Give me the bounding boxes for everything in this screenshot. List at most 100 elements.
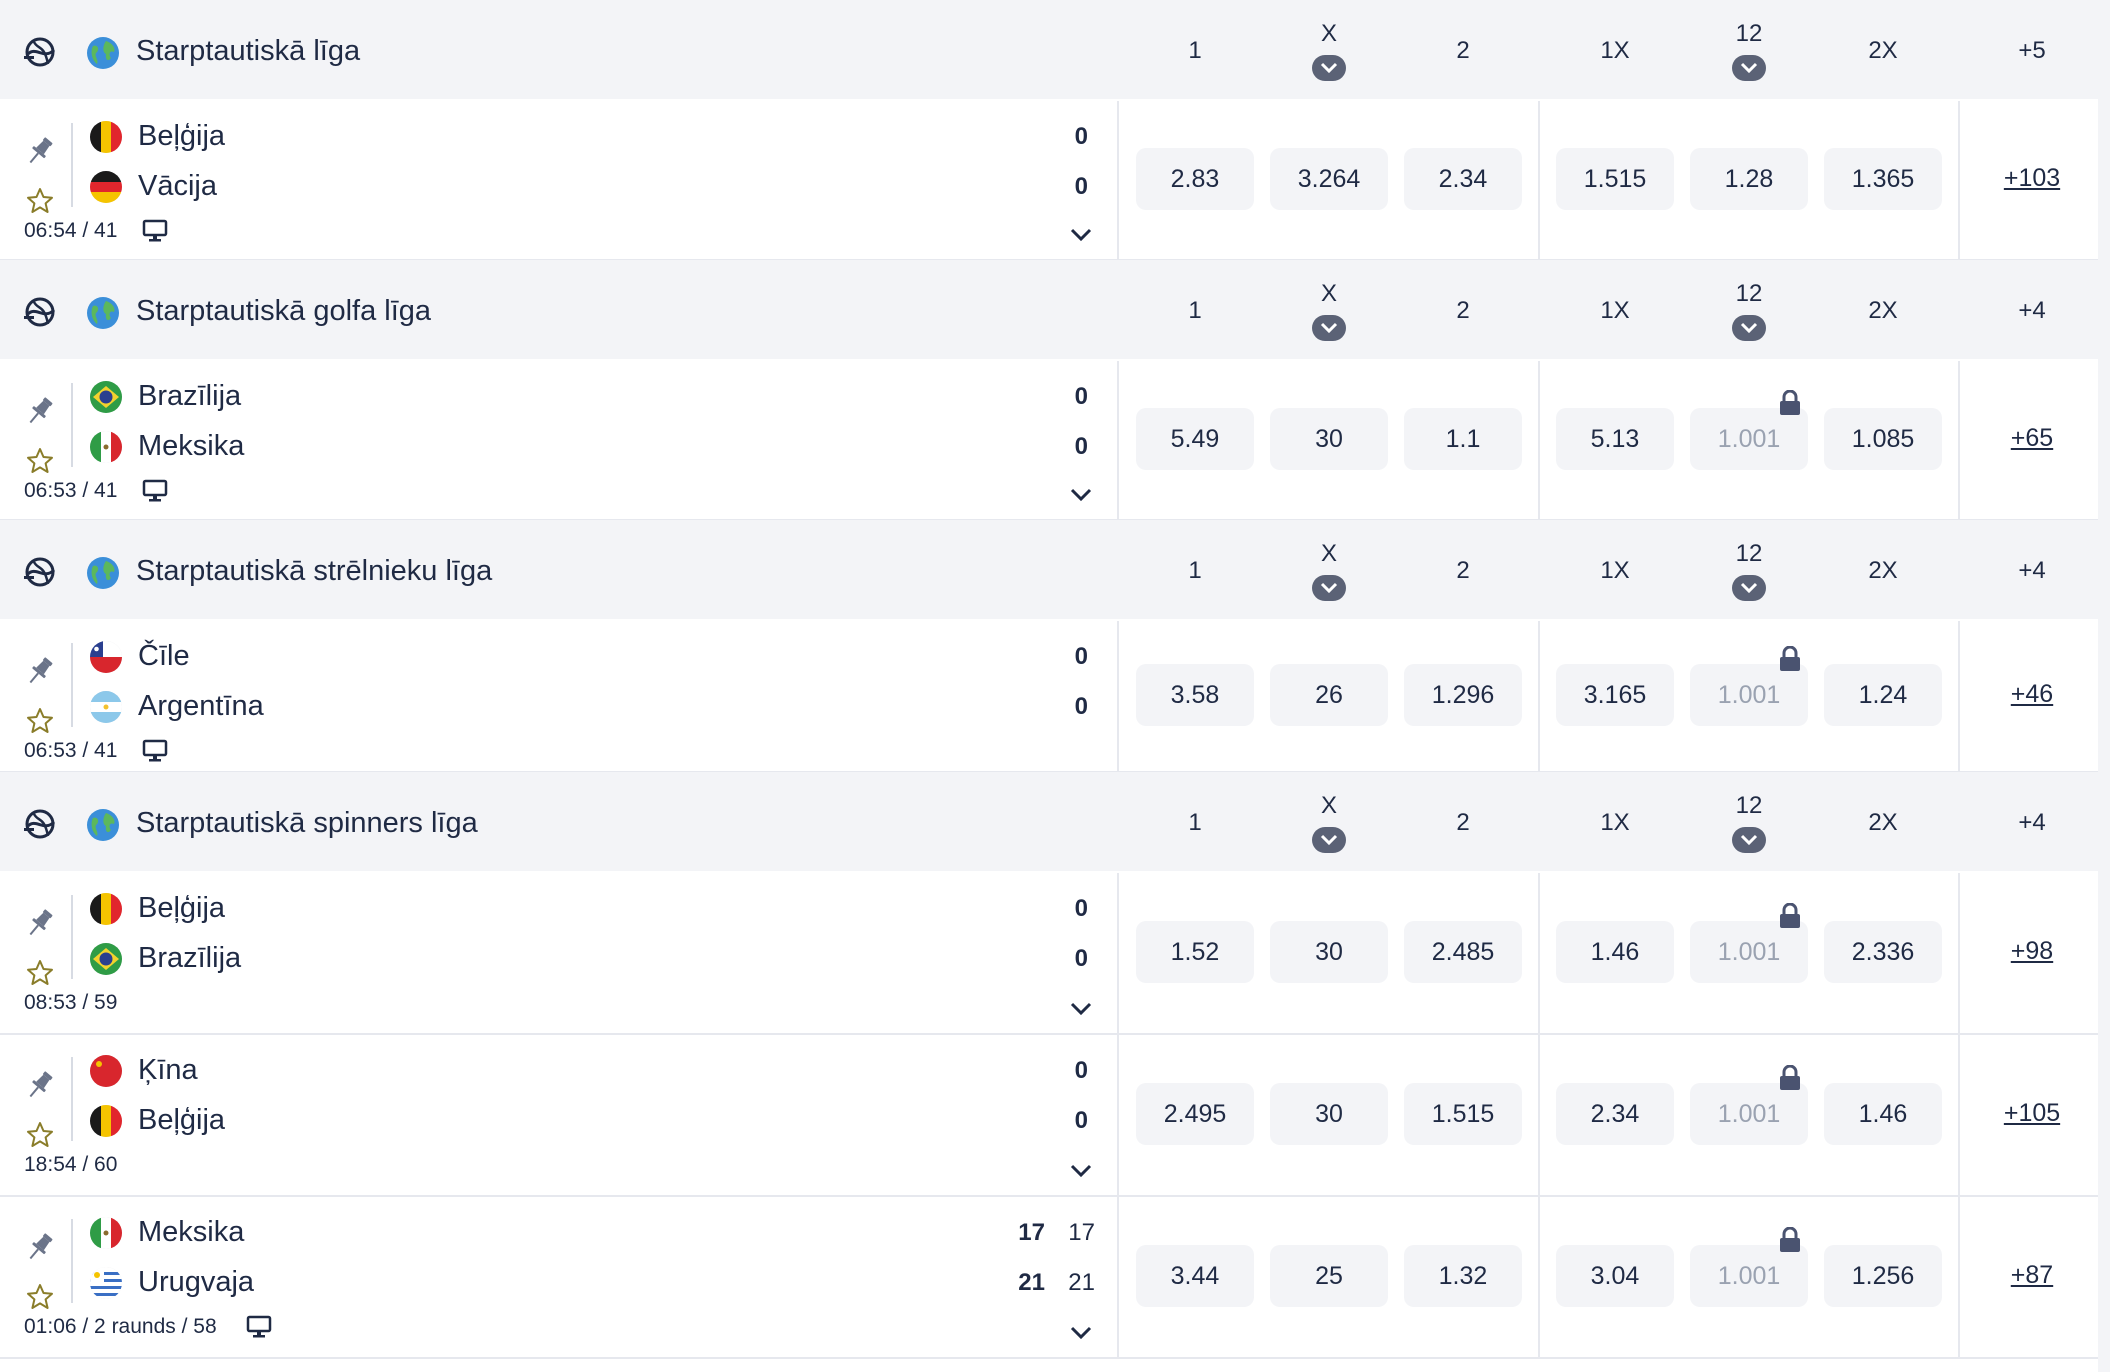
- chevron-down-icon[interactable]: [1312, 575, 1346, 601]
- column-header-2: 2: [1456, 809, 1470, 836]
- odds-button-2[interactable]: 1.1: [1404, 408, 1522, 470]
- column-header-1: 1: [1188, 557, 1202, 584]
- sportsbook-live-list: Starptautiskā līga 1 X 2 1X 12 2X +5 Beļģija Vāci…: [0, 0, 2110, 1372]
- star-icon[interactable]: [26, 1283, 54, 1311]
- odds-button-1[interactable]: 3.58: [1136, 664, 1254, 726]
- more-markets-count[interactable]: +4: [2002, 557, 2062, 585]
- event-row[interactable]: Beļģija Brazīlija 0 0 08:53 / 59 1.52 30 2.485 1…: [0, 873, 2098, 1035]
- odds-button-2x[interactable]: 1.085: [1824, 408, 1942, 470]
- odds-button-x[interactable]: 30: [1270, 1083, 1388, 1145]
- odds-button-1x[interactable]: 3.165: [1556, 664, 1674, 726]
- odds-button-x[interactable]: 30: [1270, 408, 1388, 470]
- tv-icon[interactable]: [142, 219, 168, 243]
- tv-icon[interactable]: [142, 479, 168, 503]
- chevron-down-icon[interactable]: [1732, 575, 1766, 601]
- pin-icon[interactable]: [24, 655, 56, 687]
- odds-button-2x[interactable]: 2.336: [1824, 921, 1942, 983]
- odds-button-12[interactable]: 1.001: [1690, 408, 1808, 470]
- tv-icon[interactable]: [142, 739, 168, 763]
- pin-icon[interactable]: [24, 1069, 56, 1101]
- odds-button-1[interactable]: 5.49: [1136, 408, 1254, 470]
- pin-icon[interactable]: [24, 135, 56, 167]
- event-row[interactable]: Čīle Argentīna 0 0 06:53 / 41 3.58 26 1.296 3.16…: [0, 621, 2098, 773]
- chevron-down-icon[interactable]: [1066, 225, 1096, 245]
- odds-button-2x[interactable]: 1.46: [1824, 1083, 1942, 1145]
- odds-button-2[interactable]: 2.34: [1404, 148, 1522, 210]
- odds-column-divider: [1538, 873, 1540, 1035]
- pin-icon[interactable]: [24, 1231, 56, 1263]
- team-divider: [71, 643, 73, 727]
- odds-column-divider: [1538, 621, 1540, 773]
- more-markets-count[interactable]: +4: [2002, 809, 2062, 837]
- odds-button-2[interactable]: 1.296: [1404, 664, 1522, 726]
- chevron-down-icon[interactable]: [1066, 1161, 1096, 1181]
- odds-button-12[interactable]: 1.001: [1690, 664, 1808, 726]
- odds-button-x[interactable]: 26: [1270, 664, 1388, 726]
- chevron-down-icon[interactable]: [1066, 485, 1096, 505]
- star-icon[interactable]: [26, 707, 54, 735]
- odds-button-2x[interactable]: 1.24: [1824, 664, 1942, 726]
- match-time-info: 06:53 / 41: [24, 739, 118, 762]
- odds-button-12[interactable]: 1.001: [1690, 921, 1808, 983]
- odds-button-1[interactable]: 1.52: [1136, 921, 1254, 983]
- column-header-1: 1: [1188, 37, 1202, 64]
- league-name[interactable]: Starptautiskā golfa līga: [136, 295, 431, 328]
- odds-button-x[interactable]: 30: [1270, 921, 1388, 983]
- chevron-down-icon[interactable]: [1066, 1323, 1096, 1343]
- more-bets-link[interactable]: +87: [1982, 1261, 2082, 1290]
- more-markets-count[interactable]: +5: [2002, 37, 2062, 65]
- odds-button-12[interactable]: 1.28: [1690, 148, 1808, 210]
- odds-button-1x[interactable]: 1.515: [1556, 148, 1674, 210]
- odds-button-1[interactable]: 2.495: [1136, 1083, 1254, 1145]
- odds-button-1[interactable]: 3.44: [1136, 1245, 1254, 1307]
- odds-column-divider: [1117, 101, 1119, 261]
- away-team-name: Beļģija: [138, 1104, 226, 1136]
- odds-button-1x[interactable]: 5.13: [1556, 408, 1674, 470]
- odds-button-12[interactable]: 1.001: [1690, 1245, 1808, 1307]
- more-bets-link[interactable]: +65: [1982, 424, 2082, 453]
- more-bets-link[interactable]: +103: [1982, 164, 2082, 193]
- chevron-down-icon[interactable]: [1066, 999, 1096, 1019]
- star-icon[interactable]: [26, 1121, 54, 1149]
- odds-button-2[interactable]: 2.485: [1404, 921, 1522, 983]
- tv-icon[interactable]: [246, 1315, 272, 1339]
- more-bets-link[interactable]: +105: [1982, 1099, 2082, 1128]
- odds-button-2[interactable]: 1.32: [1404, 1245, 1522, 1307]
- star-icon[interactable]: [26, 447, 54, 475]
- chevron-down-icon[interactable]: [1312, 315, 1346, 341]
- team-divider: [71, 383, 73, 467]
- chevron-down-icon[interactable]: [1732, 55, 1766, 81]
- odds-button-1x[interactable]: 1.46: [1556, 921, 1674, 983]
- event-row[interactable]: Ķīna Beļģija 0 0 18:54 / 60 2.495 30 1.515 2.34 1…: [0, 1035, 2098, 1197]
- league-name[interactable]: Starptautiskā spinners līga: [136, 807, 478, 840]
- pin-icon[interactable]: [24, 395, 56, 427]
- odds-button-2x[interactable]: 1.365: [1824, 148, 1942, 210]
- odds-button-x[interactable]: 25: [1270, 1245, 1388, 1307]
- event-row[interactable]: Meksika Urugvaja 17 21 17 21 01:06 / 2 raunds …: [0, 1197, 2098, 1359]
- odds-button-x[interactable]: 3.264: [1270, 148, 1388, 210]
- sport-icon: [24, 296, 56, 328]
- chevron-down-icon[interactable]: [1732, 827, 1766, 853]
- star-icon[interactable]: [26, 959, 54, 987]
- odds-button-2x[interactable]: 1.256: [1824, 1245, 1942, 1307]
- pin-icon[interactable]: [24, 907, 56, 939]
- odds-column-divider: [1538, 1035, 1540, 1197]
- scrollbar[interactable]: [2098, 0, 2110, 1372]
- odds-button-12[interactable]: 1.001: [1690, 1083, 1808, 1145]
- odds-button-1[interactable]: 2.83: [1136, 148, 1254, 210]
- more-markets-count[interactable]: +4: [2002, 297, 2062, 325]
- league-name[interactable]: Starptautiskā līga: [136, 35, 360, 68]
- star-icon[interactable]: [26, 187, 54, 215]
- more-bets-link[interactable]: +46: [1982, 680, 2082, 709]
- event-row[interactable]: Beļģija Vācija 0 0 06:54 / 41 2.83 3.264 2.34 1.…: [0, 101, 2098, 261]
- league-name[interactable]: Starptautiskā strēlnieku līga: [136, 555, 492, 588]
- odds-button-1x[interactable]: 2.34: [1556, 1083, 1674, 1145]
- chevron-down-icon[interactable]: [1312, 827, 1346, 853]
- chevron-down-icon[interactable]: [1732, 315, 1766, 341]
- more-bets-link[interactable]: +98: [1982, 937, 2082, 966]
- chevron-down-icon[interactable]: [1312, 55, 1346, 81]
- odds-button-2[interactable]: 1.515: [1404, 1083, 1522, 1145]
- odds-button-1x[interactable]: 3.04: [1556, 1245, 1674, 1307]
- event-row[interactable]: Brazīlija Meksika 0 0 06:53 / 41 5.49 30 1.1 5.1…: [0, 361, 2098, 521]
- column-header-12: 12: [1735, 792, 1763, 819]
